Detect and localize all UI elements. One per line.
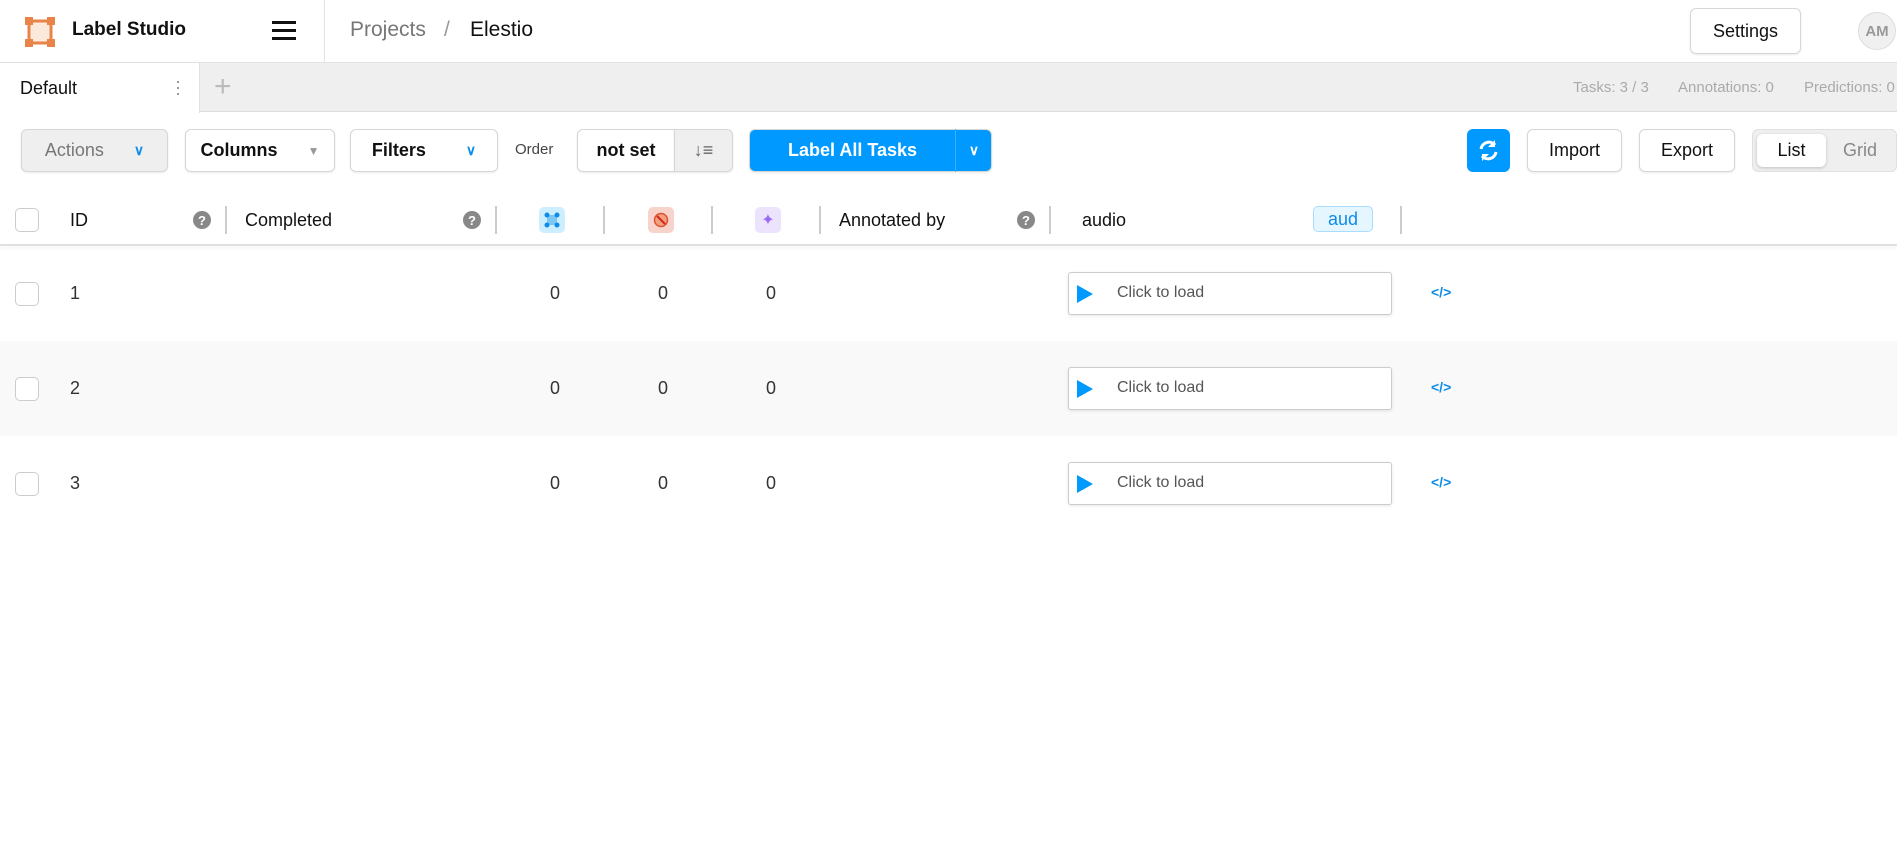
export-button[interactable]: Export — [1639, 129, 1735, 172]
tab-options-icon[interactable]: · · · — [174, 72, 182, 102]
column-resizer[interactable] — [819, 206, 821, 234]
audio-player[interactable]: Click to load — [1068, 462, 1392, 505]
order-label: Order — [515, 141, 554, 158]
predictions-value: 0 — [766, 378, 777, 398]
app-brand: Label Studio — [72, 19, 186, 40]
column-annotated-by[interactable]: Annotated by — [839, 196, 945, 244]
order-select[interactable]: not set — [577, 129, 675, 172]
cancelled-value: 0 — [658, 283, 669, 303]
help-icon[interactable]: ? — [193, 211, 211, 229]
total-annotations-icon[interactable] — [539, 207, 565, 233]
help-icon[interactable]: ? — [463, 211, 481, 229]
filters-label: Filters — [371, 140, 426, 160]
columns-button[interactable]: Columns ▼ — [185, 129, 335, 172]
predictions-value: 0 — [766, 283, 777, 303]
filters-button[interactable]: Filters ∨ — [350, 129, 498, 172]
column-completed[interactable]: Completed — [245, 196, 332, 244]
cancelled-value: 0 — [658, 378, 669, 398]
add-tab-icon[interactable]: + — [214, 70, 232, 104]
view-list-tab[interactable]: List — [1757, 134, 1826, 167]
task-id: 1 — [70, 283, 81, 303]
table-row[interactable]: 1 0 0 0 Click to load </> — [0, 246, 1897, 341]
code-icon[interactable]: </> — [1431, 284, 1451, 300]
help-icon[interactable]: ? — [1017, 211, 1035, 229]
predictions-sparkle-icon[interactable]: ✦ — [755, 207, 781, 233]
play-icon[interactable] — [1077, 475, 1093, 493]
sort-direction-icon[interactable]: ↓≡ — [674, 129, 733, 172]
play-icon[interactable] — [1077, 285, 1093, 303]
actions-button[interactable]: Actions ∨ — [21, 129, 168, 172]
predictions-count: Predictions: 0 — [1804, 79, 1895, 96]
code-icon[interactable]: </> — [1431, 379, 1451, 395]
audio-type-badge: aud — [1313, 206, 1373, 232]
total-annotations-value: 0 — [550, 283, 561, 303]
annotations-count: Annotations: 0 — [1678, 79, 1774, 96]
refresh-icon — [1479, 140, 1498, 161]
refresh-button[interactable] — [1467, 129, 1510, 172]
view-grid-tab[interactable]: Grid — [1843, 140, 1877, 161]
audio-player[interactable]: Click to load — [1068, 367, 1392, 410]
total-annotations-value: 0 — [550, 473, 561, 493]
breadcrumb-projects[interactable]: Projects — [350, 18, 426, 42]
click-to-load-label[interactable]: Click to load — [1117, 284, 1204, 302]
column-resizer[interactable] — [1049, 206, 1051, 234]
menu-icon[interactable] — [272, 21, 296, 41]
click-to-load-label[interactable]: Click to load — [1117, 474, 1204, 492]
table-row[interactable]: 2 0 0 0 Click to load </> — [0, 341, 1897, 436]
column-resizer[interactable] — [495, 206, 497, 234]
row-checkbox[interactable] — [15, 472, 39, 496]
tab-default-label[interactable]: Default — [20, 78, 77, 99]
chevron-down-icon: ∨ — [133, 142, 145, 158]
caret-down-icon: ▼ — [307, 143, 320, 158]
breadcrumb-separator: / — [444, 18, 450, 41]
select-all-checkbox[interactable] — [15, 208, 39, 232]
columns-label: Columns — [200, 140, 278, 160]
play-icon[interactable] — [1077, 380, 1093, 398]
task-id: 2 — [70, 378, 81, 398]
actions-label: Actions — [44, 140, 104, 160]
tasks-count: Tasks: 3 / 3 — [1573, 79, 1649, 96]
column-resizer[interactable] — [711, 206, 713, 234]
task-id: 3 — [70, 473, 81, 493]
column-resizer[interactable] — [1400, 206, 1402, 234]
avatar[interactable]: AM — [1858, 12, 1896, 50]
import-button[interactable]: Import — [1527, 129, 1622, 172]
label-studio-logo-icon — [25, 17, 55, 47]
label-options-chevron-icon[interactable]: ∨ — [955, 129, 992, 172]
cancelled-value: 0 — [658, 473, 669, 493]
code-icon[interactable]: </> — [1431, 474, 1451, 490]
audio-player[interactable]: Click to load — [1068, 272, 1392, 315]
click-to-load-label[interactable]: Click to load — [1117, 379, 1204, 397]
table-row[interactable]: 3 0 0 0 Click to load </> — [0, 436, 1897, 531]
predictions-value: 0 — [766, 473, 777, 493]
settings-button[interactable]: Settings — [1690, 8, 1801, 54]
column-resizer[interactable] — [603, 206, 605, 234]
label-all-label: Label All Tasks — [787, 140, 918, 160]
column-id[interactable]: ID — [70, 196, 88, 244]
total-annotations-value: 0 — [550, 378, 561, 398]
chevron-down-icon: ∨ — [465, 142, 477, 158]
cancelled-annotations-icon[interactable] — [648, 207, 674, 233]
row-checkbox[interactable] — [15, 377, 39, 401]
column-resizer[interactable] — [225, 206, 227, 234]
column-audio[interactable]: audio — [1082, 196, 1126, 244]
divider — [324, 0, 325, 63]
breadcrumb-project: Elestio — [470, 18, 534, 41]
row-checkbox[interactable] — [15, 282, 39, 306]
